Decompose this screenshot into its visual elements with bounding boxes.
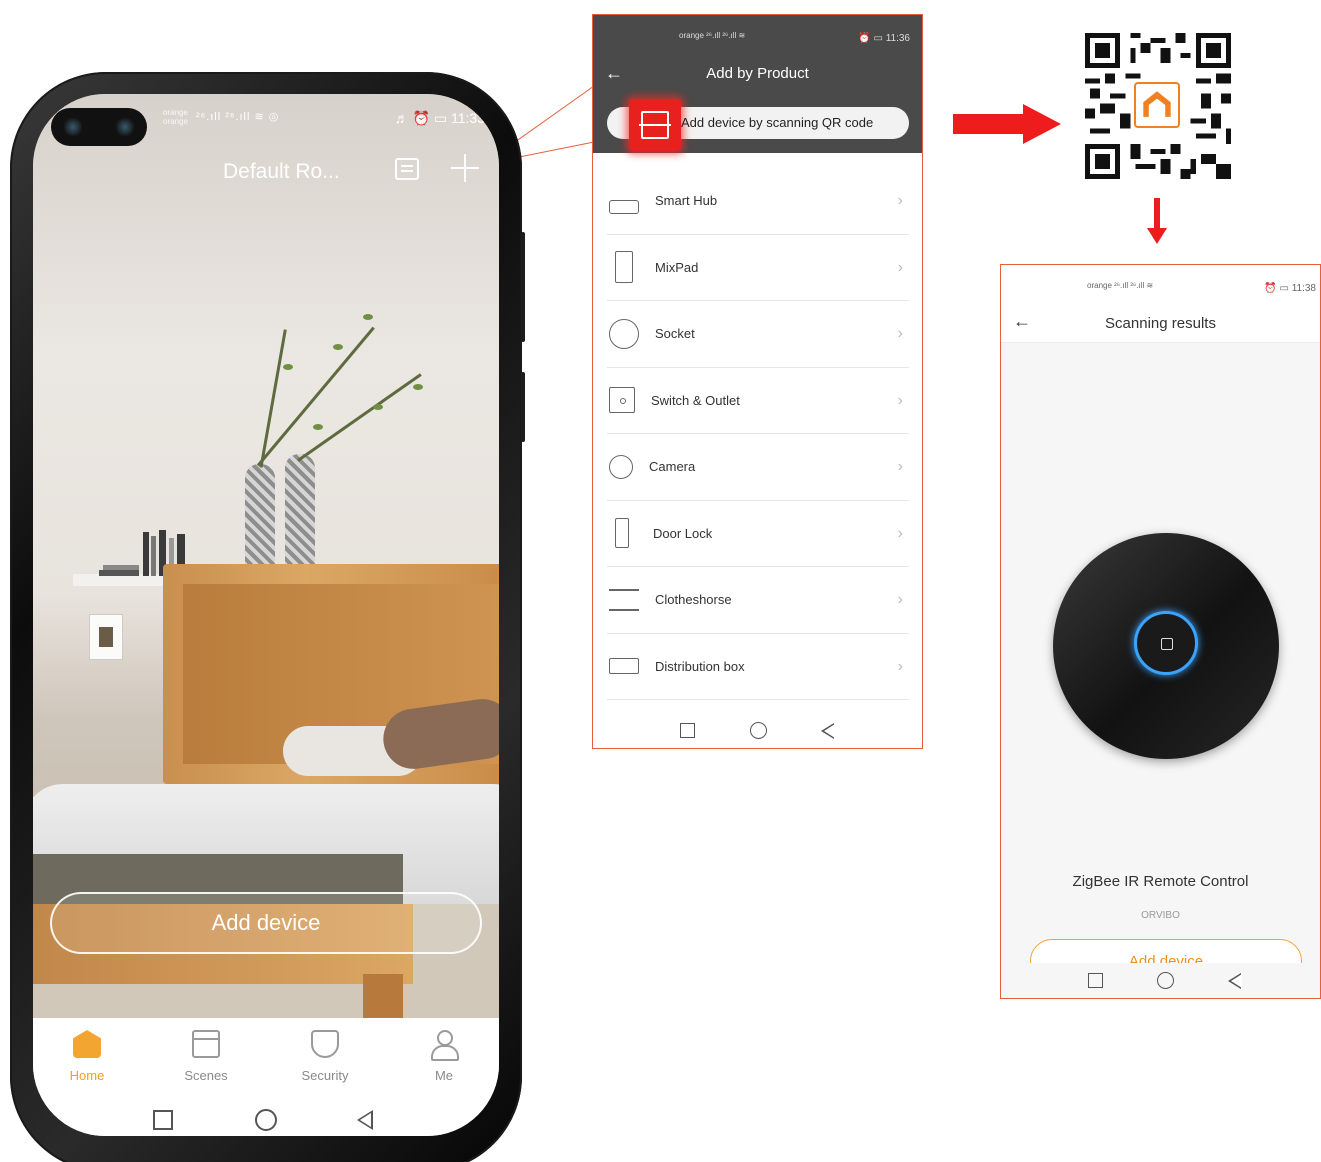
chevron-right-icon: › — [897, 591, 903, 608]
scenes-icon — [192, 1030, 220, 1058]
arrow-right-icon — [953, 104, 1061, 144]
status-right: ♬ ⏰ ▭ 11:33 — [394, 110, 485, 126]
tab-security[interactable]: Security — [285, 1030, 365, 1083]
status-left: orange ²⁶.ıll ²⁶.ıll ≋ — [679, 31, 746, 40]
chevron-right-icon: › — [897, 657, 903, 675]
tab-label: Scenes — [184, 1068, 228, 1083]
recents-icon[interactable] — [1088, 973, 1103, 988]
list-item[interactable]: Clotheshorse › — [607, 567, 909, 634]
mixpad-icon — [615, 251, 633, 284]
door-lock-icon — [615, 518, 629, 549]
header: orange ²⁶.ıll ²⁶.ıll ≋ ⏰ ▭ 11:36 ← Add b… — [593, 15, 922, 153]
tab-home[interactable]: Home — [47, 1030, 127, 1083]
scan-highlight[interactable] — [629, 99, 681, 151]
carrier-label: orange orange — [163, 108, 188, 126]
message-icon[interactable] — [395, 158, 419, 180]
add-by-product-screen: orange ²⁶.ıll ²⁶.ıll ≋ ⏰ ▭ 11:36 ← Add b… — [592, 14, 923, 749]
hub-icon — [609, 199, 639, 214]
clotheshorse-icon — [609, 588, 639, 611]
recents-icon[interactable] — [153, 1110, 173, 1130]
result-body: ZigBee IR Remote Control ORVIBO Add devi… — [1001, 343, 1320, 983]
chevron-right-icon: › — [897, 524, 903, 542]
list-item[interactable]: Socket › — [607, 301, 909, 368]
socket-icon — [609, 318, 639, 349]
chevron-right-icon: › — [897, 391, 903, 409]
device-brand: ORVIBO — [1141, 910, 1180, 921]
list-item[interactable]: Camera › — [607, 434, 909, 501]
home-screen: orange orange ²⁶.ıll ²⁶.ıll ≋ ◎ ♬ ⏰ ▭ 11… — [33, 94, 499, 1136]
shield-icon — [311, 1030, 339, 1058]
product-label: Distribution box — [655, 658, 745, 674]
distribution-box-icon — [609, 658, 639, 675]
home-nav-icon[interactable] — [255, 1109, 277, 1131]
scan-icon — [639, 111, 671, 139]
tab-scenes[interactable]: Scenes — [166, 1030, 246, 1083]
arrow-down-icon — [1147, 198, 1167, 244]
camera-icon — [609, 454, 633, 479]
plus-icon[interactable] — [451, 154, 479, 182]
leaf — [333, 344, 343, 350]
device-name: ZigBee IR Remote Control — [1072, 873, 1249, 890]
person-icon — [430, 1030, 459, 1061]
leaf — [363, 314, 373, 320]
leaf — [413, 384, 423, 390]
back-nav-icon[interactable] — [821, 723, 835, 739]
back-nav-icon[interactable] — [357, 1110, 373, 1130]
chevron-right-icon: › — [897, 325, 903, 342]
list-item[interactable]: MixPad › — [607, 235, 909, 301]
recents-icon[interactable] — [680, 723, 695, 738]
list-item[interactable]: Switch & Outlet › — [607, 368, 909, 434]
orvibo-logo-icon — [1134, 82, 1180, 128]
room-title[interactable]: Default Ro... — [223, 160, 340, 184]
status-right: ⏰ ▭ 11:38 — [1264, 283, 1316, 294]
scan-qr-label: Add device by scanning QR code — [681, 115, 874, 130]
product-label: MixPad — [655, 259, 699, 275]
hub-button-icon — [1134, 611, 1198, 675]
tab-label: Security — [301, 1068, 349, 1083]
chevron-right-icon: › — [897, 258, 903, 276]
home-nav-icon[interactable] — [1157, 972, 1174, 989]
home-icon — [73, 1030, 101, 1058]
system-nav-bar — [593, 715, 922, 745]
status-right: ⏰ ▭ 11:36 — [858, 33, 910, 44]
tab-label: Home — [69, 1068, 105, 1083]
wall-picture — [89, 614, 123, 660]
phone-home: orange orange ²⁶.ıll ²⁶.ıll ≋ ◎ ♬ ⏰ ▭ 11… — [10, 72, 525, 1162]
switch-icon — [609, 387, 635, 414]
home-nav-icon[interactable] — [750, 722, 767, 739]
product-label: Smart Hub — [655, 193, 718, 209]
product-label: Clotheshorse — [655, 592, 732, 608]
back-nav-icon[interactable] — [1228, 973, 1242, 989]
status-bar: orange orange ²⁶.ıll ²⁶.ıll ≋ ◎ ♬ ⏰ ▭ 11… — [33, 106, 499, 130]
chevron-right-icon: › — [897, 458, 903, 475]
header: orange ²⁶.ıll ²⁶.ıll ≋ ⏰ ▭ 11:38 ← Scann… — [1001, 265, 1320, 343]
product-label: Door Lock — [653, 525, 713, 541]
list-item[interactable]: Distribution box › — [607, 634, 909, 700]
power-button — [521, 372, 525, 442]
product-label: Camera — [649, 459, 696, 475]
signal-icons: ²⁶.ıll ²⁶.ıll ≋ ◎ — [196, 111, 280, 123]
device-image — [1053, 533, 1279, 759]
system-nav-bar — [33, 1098, 499, 1136]
scanning-results-screen: orange ²⁶.ıll ²⁶.ıll ≋ ⏰ ▭ 11:38 ← Scann… — [1000, 264, 1321, 999]
list-item[interactable]: Smart Hub › — [607, 168, 909, 235]
leaf — [283, 364, 293, 370]
page-title: Add by Product — [706, 65, 809, 82]
chevron-right-icon: › — [897, 192, 903, 209]
status-left: orange ²⁶.ıll ²⁶.ıll ≋ — [1087, 281, 1154, 290]
product-label: Socket — [655, 326, 695, 342]
list-item[interactable]: Door Lock › — [607, 501, 909, 567]
product-list: Smart Hub › MixPad › Socket › Switch & O… — [607, 168, 909, 700]
leaf — [313, 424, 323, 430]
product-label: Switch & Outlet — [651, 392, 740, 408]
add-device-button[interactable]: Add device — [50, 892, 482, 954]
tab-label: Me — [434, 1068, 454, 1083]
tab-me[interactable]: Me — [404, 1030, 484, 1083]
volume-button — [521, 232, 525, 342]
page-title: Scanning results — [1105, 315, 1216, 332]
system-nav-bar — [1001, 963, 1320, 998]
leaf — [373, 404, 383, 410]
